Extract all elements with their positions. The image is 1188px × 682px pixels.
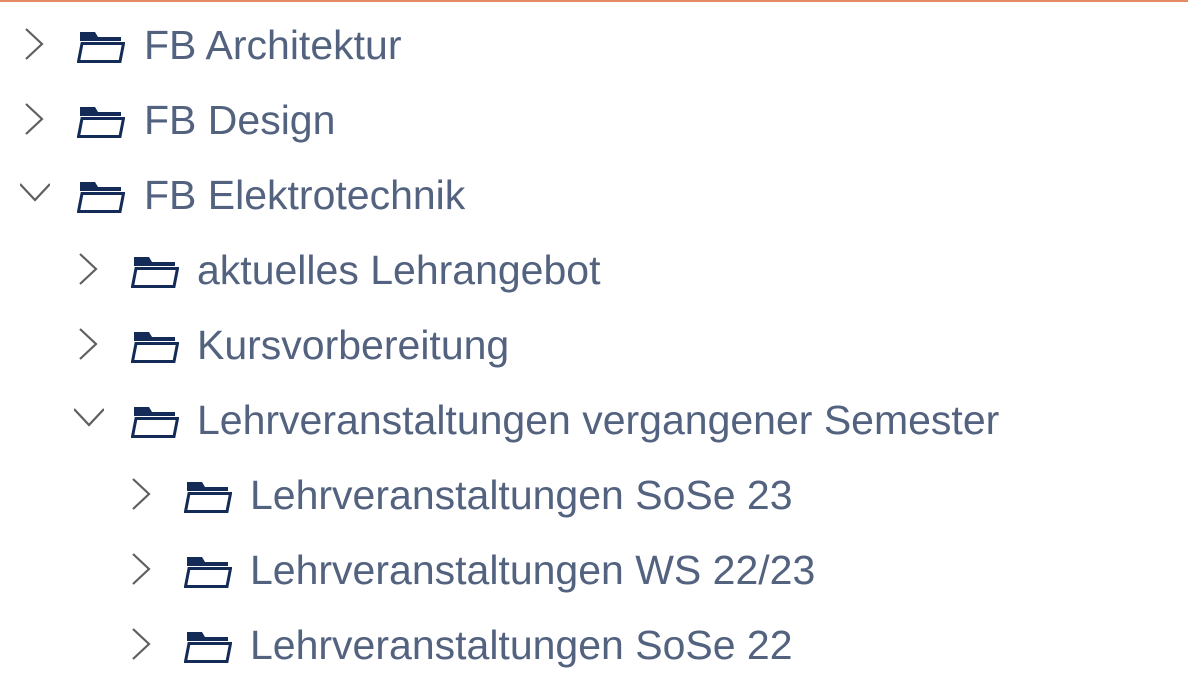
chevron-right-icon[interactable] [127, 627, 157, 661]
folder-icon [184, 557, 232, 588]
top-accent-line [0, 0, 1188, 2]
tree-item-lehrveranstaltungen-vergangener-semester[interactable]: Lehrveranstaltungen vergangener Semester [0, 382, 1188, 457]
folder-icon [131, 257, 179, 288]
folder-icon [184, 632, 232, 663]
folder-icon [184, 482, 232, 513]
tree-item-label: Lehrveranstaltungen SoSe 23 [250, 472, 793, 518]
chevron-right-icon[interactable] [74, 327, 104, 361]
tree-item-fb-elektrotechnik[interactable]: FB Elektrotechnik [0, 157, 1188, 232]
tree-item-label: Kursvorbereitung [197, 322, 510, 368]
tree-item-aktuelles-lehrangebot[interactable]: aktuelles Lehrangebot [0, 232, 1188, 307]
chevron-right-icon[interactable] [74, 252, 104, 286]
folder-icon [131, 407, 179, 438]
tree-item-label: Lehrveranstaltungen SoSe 22 [250, 622, 793, 668]
tree-item-label: Lehrveranstaltungen vergangener Semester [197, 397, 1000, 443]
tree-item-kursvorbereitung[interactable]: Kursvorbereitung [0, 307, 1188, 382]
chevron-right-icon[interactable] [20, 27, 50, 61]
tree-item-fb-design[interactable]: FB Design [0, 82, 1188, 157]
tree-item-lehrveranstaltungen-ws-22-23[interactable]: Lehrveranstaltungen WS 22/23 [0, 532, 1188, 607]
tree-item-lehrveranstaltungen-sose-23[interactable]: Lehrveranstaltungen SoSe 23 [0, 457, 1188, 532]
tree-item-label: FB Architektur [144, 22, 402, 68]
folder-icon [77, 32, 125, 63]
tree-item-label: FB Elektrotechnik [144, 172, 466, 218]
folder-icon [131, 332, 179, 363]
chevron-right-icon[interactable] [127, 552, 157, 586]
tree-item-fb-architektur[interactable]: FB Architektur [0, 7, 1188, 82]
folder-tree: FB Architektur FB Design FB Elektrotechn… [0, 7, 1188, 682]
chevron-down-icon[interactable] [20, 177, 50, 211]
chevron-down-icon[interactable] [74, 402, 104, 436]
tree-item-lehrveranstaltungen-sose-22[interactable]: Lehrveranstaltungen SoSe 22 [0, 607, 1188, 682]
folder-icon [77, 107, 125, 138]
chevron-right-icon[interactable] [20, 102, 50, 136]
tree-item-label: Lehrveranstaltungen WS 22/23 [250, 547, 816, 593]
folder-icon [77, 182, 125, 213]
tree-item-label: FB Design [144, 97, 336, 143]
chevron-right-icon[interactable] [127, 477, 157, 511]
tree-item-label: aktuelles Lehrangebot [197, 247, 601, 293]
